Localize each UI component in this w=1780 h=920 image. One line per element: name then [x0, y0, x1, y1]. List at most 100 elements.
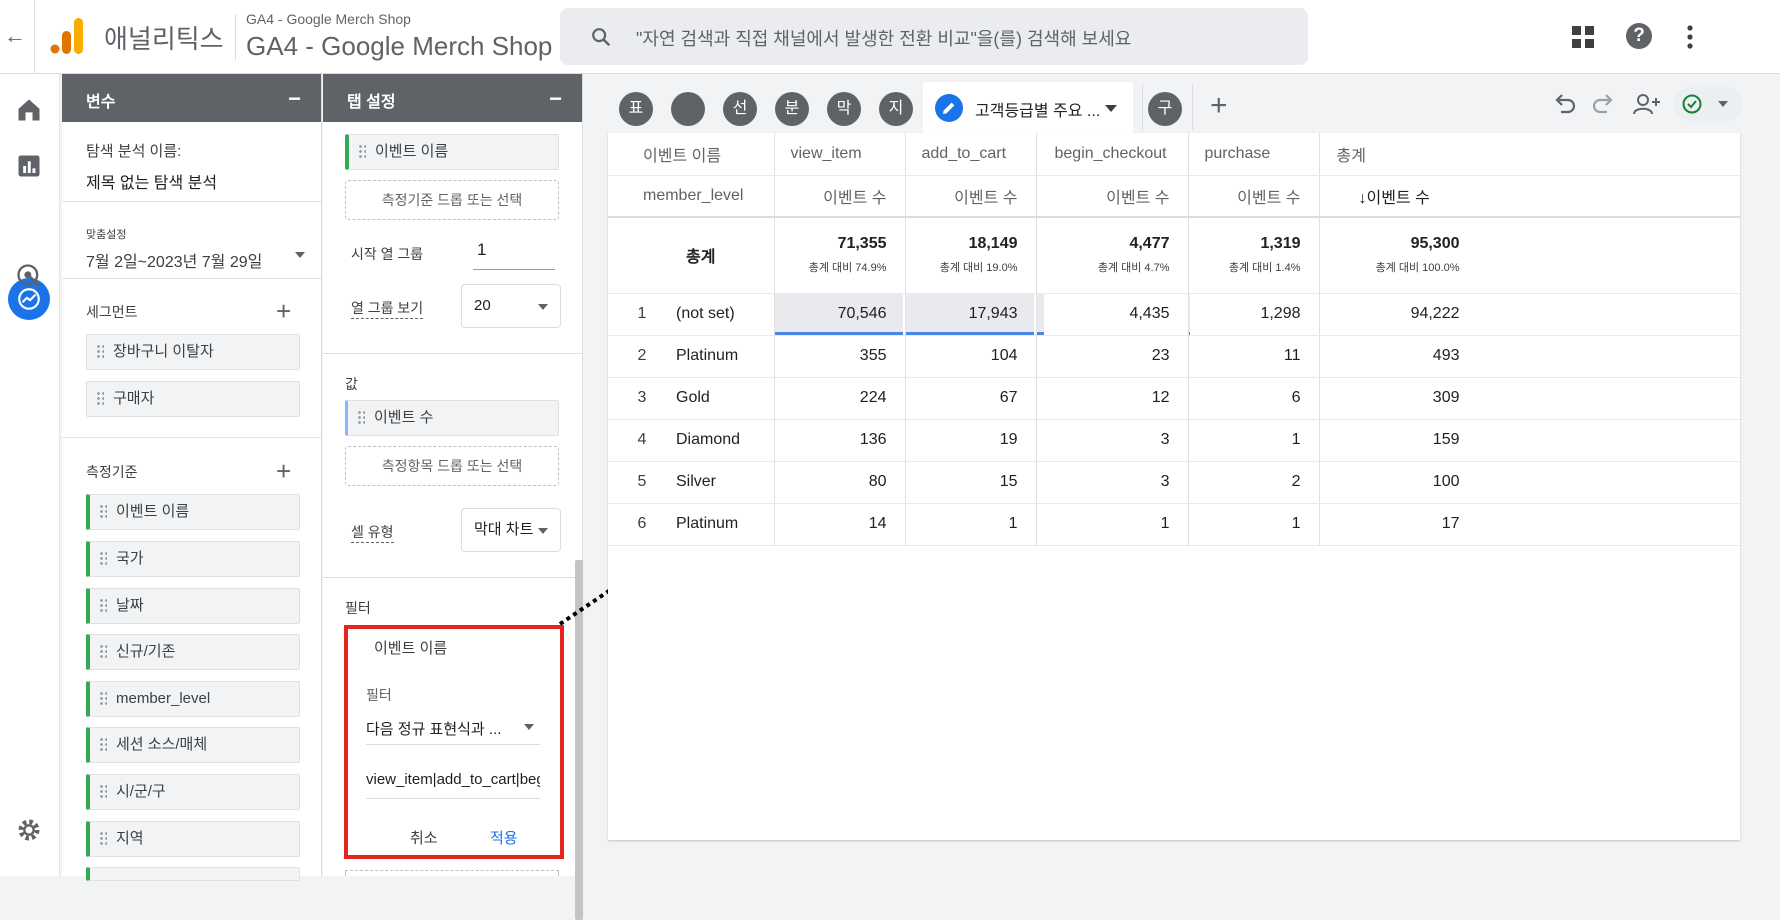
dimension-chip[interactable]: 세션 소스/매체 — [86, 727, 300, 763]
divider — [323, 577, 582, 578]
chevron-down-icon — [1718, 101, 1728, 107]
value-cell: 14 — [774, 503, 906, 546]
tab-donut[interactable] — [671, 92, 705, 126]
metric-dropzone[interactable]: 측정항목 드롭 또는 선택 — [345, 446, 559, 486]
dimension-chip[interactable]: 신규/기존 — [86, 634, 300, 670]
account-name[interactable]: GA4 - Google Merch Shop — [246, 11, 411, 27]
dimension-chip[interactable]: 시/군/구 — [86, 774, 300, 810]
column-dimension-chip[interactable]: 이벤트 이름 — [345, 134, 559, 170]
row-dimension-sub[interactable]: member_level — [608, 175, 775, 218]
table-row[interactable]: 1 (not set) 70,546 17,943 4,435 1,298 94,222 — [608, 293, 1740, 336]
save-status-button[interactable] — [1674, 87, 1742, 121]
cell-value: 1 — [1291, 431, 1301, 448]
drag-handle-icon[interactable] — [99, 784, 107, 800]
total-percent: 총계 대비 4.7% — [1097, 262, 1170, 275]
dimension-chip[interactable]: 날짜 — [86, 588, 300, 624]
row-dimension-header[interactable]: 이벤트 이름 — [608, 133, 775, 176]
cell-type-select[interactable]: 막대 차트 — [461, 508, 561, 552]
total-cell: 4,477 총계 대비 4.7% — [1036, 217, 1189, 294]
admin-gear-icon[interactable] — [15, 816, 43, 844]
tab-map[interactable]: 지 — [879, 92, 913, 126]
start-column-group-input[interactable]: 1 — [473, 234, 555, 270]
drag-handle-icon[interactable] — [96, 344, 104, 360]
values-chip[interactable]: 이벤트 수 — [345, 400, 559, 436]
advertising-icon[interactable] — [15, 262, 43, 290]
table-row[interactable]: 2 Platinum 355 104 23 11 493 — [608, 335, 1740, 378]
dimension-chip[interactable]: 지역 — [86, 821, 300, 857]
filter-match-select[interactable]: 다음 정규 표현식과 ... — [366, 709, 540, 745]
dimension-chip[interactable]: 국가 — [86, 541, 300, 577]
dimension-chip[interactable]: 이벤트 이름 — [86, 494, 300, 530]
table-row[interactable]: 4 Diamond 136 19 3 1 159 — [608, 419, 1740, 462]
table-row[interactable]: 3 Gold 224 67 12 6 309 — [608, 377, 1740, 420]
segment-chip[interactable]: 구매자 — [86, 381, 300, 417]
help-icon[interactable]: ? — [1626, 23, 1652, 49]
drag-handle-icon[interactable] — [358, 144, 366, 160]
collapse-icon[interactable]: − — [549, 86, 562, 112]
apply-button[interactable]: 적용 — [490, 827, 518, 848]
home-icon[interactable] — [15, 96, 43, 124]
apps-grid-icon[interactable] — [1572, 26, 1594, 48]
metric-header[interactable]: 이벤트 수 — [1188, 175, 1320, 218]
date-range-picker[interactable]: 맞춤설정 7월 2일~2023년 7월 29일 — [62, 226, 321, 272]
metric-header-sorted[interactable]: ↓이벤트 수 — [1319, 175, 1740, 218]
filter-sub-label: 필터 — [366, 687, 392, 703]
tab-table[interactable]: 표 — [619, 92, 653, 126]
cell-value: 3 — [1160, 473, 1170, 490]
drag-handle-icon[interactable] — [99, 504, 107, 520]
collapse-icon[interactable]: − — [288, 86, 301, 112]
drag-handle-icon[interactable] — [96, 391, 104, 407]
table-row[interactable]: 6 Platinum 14 1 1 1 17 — [608, 503, 1740, 546]
exploration-name[interactable]: 탐색 분석 이름: 제목 없는 탐색 분석 — [62, 140, 321, 193]
drag-handle-icon[interactable] — [99, 737, 107, 753]
column-header-label: add_to_cart — [921, 144, 1007, 162]
value-cell: 19 — [905, 419, 1037, 462]
dimension-dropzone[interactable]: 측정기준 드롭 또는 선택 — [345, 180, 559, 220]
drag-handle-icon[interactable] — [99, 831, 107, 847]
cell-value: 224 — [859, 389, 887, 406]
cell-value: 15 — [999, 473, 1018, 490]
tab-line[interactable]: 선 — [723, 92, 757, 126]
metric-header[interactable]: 이벤트 수 — [1036, 175, 1189, 218]
column-header[interactable]: view_item — [774, 133, 906, 176]
dimension-chip[interactable]: member_level — [86, 681, 300, 717]
column-header[interactable]: 총계 — [1319, 133, 1740, 176]
value-cell: 136 — [774, 419, 906, 462]
column-header[interactable]: purchase — [1188, 133, 1320, 176]
drag-handle-icon[interactable] — [357, 410, 365, 426]
column-header[interactable]: add_to_cart — [905, 133, 1037, 176]
search-bar[interactable]: "자연 검색과 직접 채널에서 발생한 전환 비교"을(를) 검색해 보세요 — [560, 8, 1308, 65]
reports-icon[interactable] — [15, 152, 43, 180]
table-row[interactable]: 5 Silver 80 15 3 2 100 — [608, 461, 1740, 504]
drag-handle-icon[interactable] — [99, 644, 107, 660]
drag-handle-icon[interactable] — [99, 551, 107, 567]
tab-active[interactable]: 고객등급별 주요 ... — [923, 82, 1133, 134]
add-dimension-icon[interactable]: + — [276, 458, 291, 484]
cell-type-label: 셀 유형 — [351, 522, 394, 543]
undo-icon[interactable] — [1552, 92, 1578, 118]
dimension-chip[interactable] — [86, 867, 300, 881]
add-segment-icon[interactable]: + — [276, 298, 291, 324]
redo-icon[interactable] — [1590, 92, 1616, 118]
drag-handle-icon[interactable] — [99, 598, 107, 614]
cell-bar — [1188, 293, 1190, 335]
column-header[interactable]: begin_checkout — [1036, 133, 1189, 176]
back-arrow-icon[interactable]: ← — [4, 24, 26, 48]
tab-bar-chart[interactable]: 막 — [827, 92, 861, 126]
filter-match-value: 다음 정규 표현식과 ... — [366, 721, 502, 738]
chevron-down-icon[interactable] — [1105, 105, 1117, 112]
add-tab-icon[interactable]: + — [1210, 91, 1228, 121]
more-vert-icon[interactable] — [1680, 24, 1700, 50]
drag-handle-icon[interactable] — [99, 691, 107, 707]
tab-extra[interactable]: 구 — [1148, 92, 1182, 126]
show-column-groups-select[interactable]: 20 — [461, 284, 561, 328]
metric-header[interactable]: 이벤트 수 — [774, 175, 906, 218]
filter-dropzone[interactable] — [345, 870, 559, 876]
filter-expression-input[interactable]: view_item|add_to_cart|begin_checkout|pur… — [366, 759, 540, 799]
property-name[interactable]: GA4 - Google Merch Shop — [246, 31, 552, 62]
share-user-icon[interactable] — [1632, 92, 1662, 118]
metric-header[interactable]: 이벤트 수 — [905, 175, 1037, 218]
cancel-button[interactable]: 취소 — [410, 827, 438, 848]
tab-scatter[interactable]: 분 — [775, 92, 809, 126]
segment-chip[interactable]: 장바구니 이탈자 — [86, 334, 300, 370]
